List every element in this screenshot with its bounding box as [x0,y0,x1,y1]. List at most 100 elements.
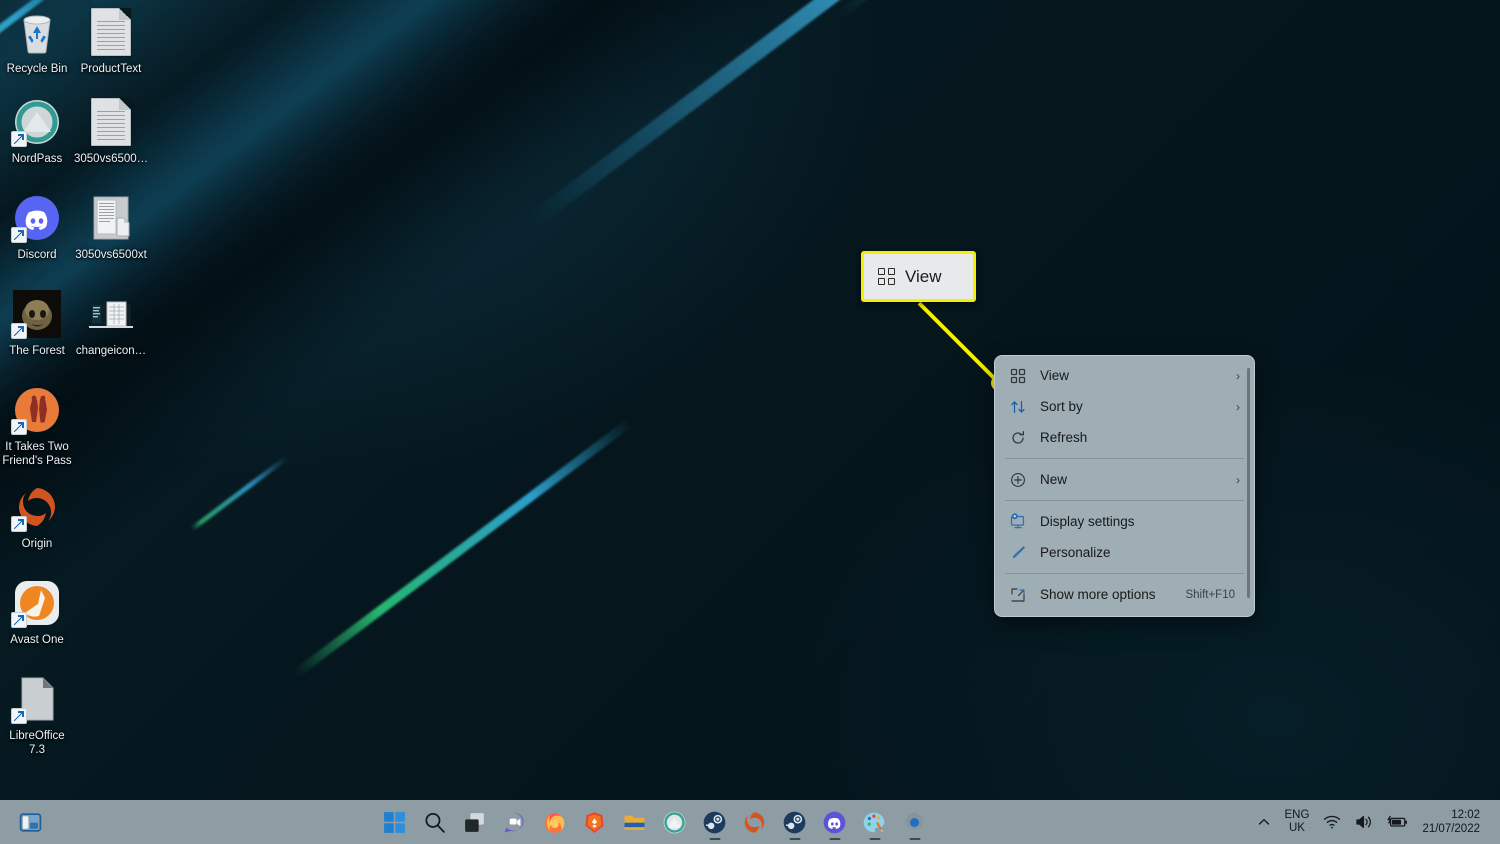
context-menu-item-show-more-options[interactable]: Show more options Shift+F10 [996,579,1253,610]
steam-icon [703,811,726,833]
taskbar-button-brave[interactable] [575,802,615,842]
desktop-icon-label: Discord [17,249,57,261]
desktop-icon-label: It Takes Two Friend's Pass [2,441,72,467]
task-view-icon [465,812,485,832]
taskbar-button-discord[interactable] [815,802,855,842]
desktop-icon-avast-one[interactable]: Avast One [0,579,74,647]
taskbar-button-settings[interactable] [895,802,935,842]
context-menu-accelerator: Shift+F10 [1185,588,1235,601]
settings-gear-icon [905,811,924,830]
shortcut-arrow-icon [11,131,27,147]
document-icon [87,98,135,146]
brave-icon [585,811,604,833]
context-menu-item-view[interactable]: View › [996,360,1253,391]
context-menu-label: Personalize [1040,545,1111,560]
taskbar-button-chat[interactable] [495,802,535,842]
desktop-icon-label: changeicon… [75,345,147,357]
desktop-context-menu[interactable]: View › Sort by › Refresh New › Display s… [994,355,1255,617]
view-callout-badge: View [861,251,976,302]
desktop-icon-producttext[interactable]: ProductText [74,8,148,76]
origin-icon [11,483,61,532]
desktop-icon-label: 3050vs6500… [74,153,149,165]
tray-battery-button[interactable] [1380,802,1416,842]
context-menu-item-refresh[interactable]: Refresh [996,422,1253,453]
nordpass-icon [11,98,61,147]
context-menu-separator [1005,573,1244,574]
taskbar-button-firefox[interactable] [535,802,575,842]
tray-clock[interactable]: 12:02 21/07/2022 [1416,808,1490,836]
context-menu-item-sort-by[interactable]: Sort by › [996,391,1253,422]
desktop-icon-3050vs6500xt[interactable]: 3050vs6500xt [74,194,148,262]
desktop-icon-label: NordPass [11,153,63,165]
paintbrush-icon [1008,543,1028,563]
taskbar-button-file-explorer[interactable] [615,802,655,842]
context-menu-label: Display settings [1040,514,1135,529]
nordpass-icon [663,811,686,833]
context-menu-item-new[interactable]: New › [996,464,1253,495]
the-forest-icon [11,290,61,339]
plus-circle-icon [1008,470,1028,490]
desktop-icon-nordpass[interactable]: NordPass [0,98,74,166]
desktop-icon-changeicon[interactable]: changeicon… [74,290,148,358]
taskbar-button-steam[interactable] [695,802,735,842]
wifi-icon [1324,815,1341,829]
taskbar-button-task-view[interactable] [455,802,495,842]
desktop-icon-libreoffice[interactable]: LibreOffice 7.3 [0,675,74,757]
taskbar-button-search[interactable] [415,802,455,842]
firefox-icon [544,812,565,833]
chevron-right-icon: › [1236,399,1240,414]
tray-network-button[interactable] [1316,802,1348,842]
context-menu-scrollbar[interactable] [1247,368,1250,598]
chevron-right-icon: › [1236,368,1240,383]
widgets-icon [19,812,41,832]
context-menu-label: View [1040,368,1070,383]
desktop-icon-label: LibreOffice 7.3 [9,730,65,756]
taskbar-button-steam-2[interactable] [775,802,815,842]
tray-clock-time: 12:02 [1451,809,1480,821]
desktop-icon-origin[interactable]: Origin [0,483,74,551]
desktop-icon-the-forest[interactable]: The Forest [0,290,74,358]
avast-icon [11,579,61,628]
desktop-icon-label: 3050vs6500xt [75,249,147,261]
shortcut-arrow-icon [11,516,27,532]
taskbar-button-paint[interactable] [855,802,895,842]
chevron-right-icon: › [1236,472,1240,487]
windows-start-icon [384,811,406,833]
tray-language-line2: UK [1288,822,1305,834]
desktop-wallpaper [0,0,1500,844]
view-grid-icon [1008,366,1028,386]
shortcut-arrow-icon [11,612,27,628]
system-tray: ENG UK 12:02 21/07/2022 [1250,802,1500,842]
taskbar: ENG UK 12:02 21/07/2022 [0,800,1500,844]
taskbar-button-origin[interactable] [735,802,775,842]
context-menu-separator [1005,458,1244,459]
context-menu-item-display-settings[interactable]: Display settings [996,506,1253,537]
tray-language-button[interactable]: ENG UK [1278,802,1317,842]
refresh-icon [1008,428,1028,448]
taskbar-button-start[interactable] [375,802,415,842]
taskbar-buttons [60,802,1250,842]
tray-volume-button[interactable] [1348,802,1380,842]
monitor-gear-icon [1008,512,1028,532]
shortcut-arrow-icon [11,419,27,435]
screenshot-icon [87,290,135,338]
battery-charging-icon [1387,815,1408,827]
desktop-icon-recycle-bin[interactable]: Recycle Bin [0,8,74,76]
expand-corner-icon [1008,585,1028,605]
desktop-icon-label: The Forest [9,345,65,357]
desktop-icon-discord[interactable]: Discord [0,194,74,262]
context-menu-label: Refresh [1040,430,1088,445]
taskbar-widgets-button[interactable] [10,802,50,842]
context-menu-label: Show more options [1040,587,1156,602]
origin-icon [745,811,765,833]
desktop-icon-it-takes-two[interactable]: It Takes Two Friend's Pass [0,386,74,468]
taskbar-button-nordpass[interactable] [655,802,695,842]
tray-clock-date: 21/07/2022 [1422,823,1480,835]
desktop-icon-3050vs6500-doc[interactable]: 3050vs6500… [74,98,148,166]
wallpaper-streak [834,0,1256,21]
tray-overflow-button[interactable] [1250,802,1278,842]
chat-video-icon [504,812,524,832]
view-grid-icon [878,268,895,285]
sort-arrows-icon [1008,397,1028,417]
context-menu-item-personalize[interactable]: Personalize [996,537,1253,568]
